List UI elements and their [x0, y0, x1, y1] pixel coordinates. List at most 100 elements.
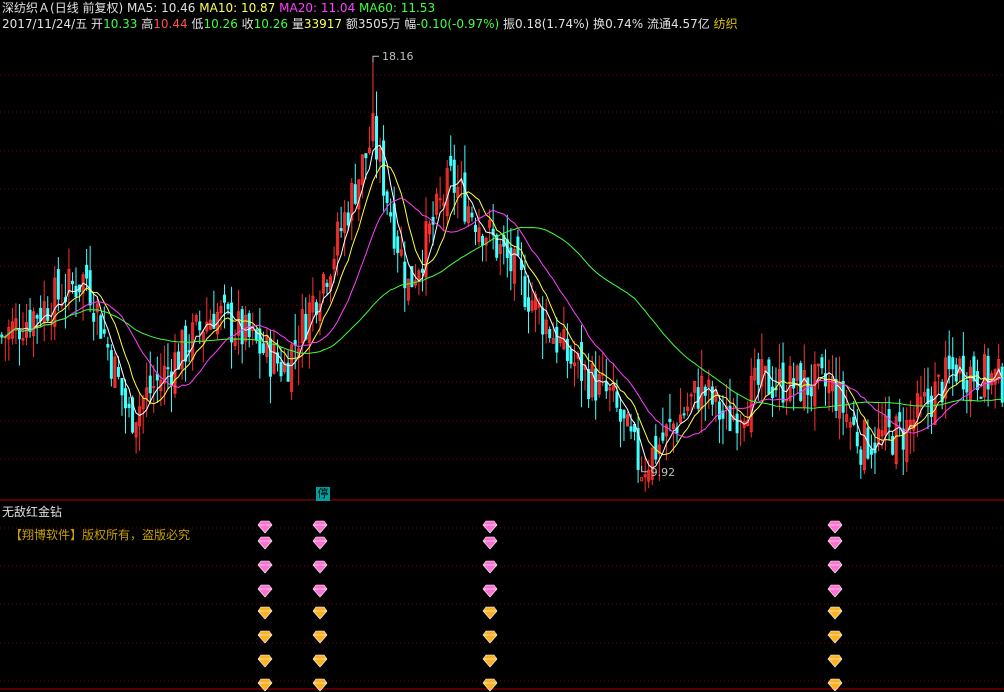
candle-body [28, 309, 32, 332]
candle-body [555, 326, 559, 353]
candle-body [770, 386, 774, 399]
candle-body [622, 409, 626, 419]
candle-body [353, 184, 357, 204]
diamond-shape [312, 536, 328, 550]
candle-body [116, 366, 120, 377]
diamond-shape [482, 584, 498, 598]
diamond-shape [827, 520, 843, 534]
ma5-line [1, 144, 1003, 469]
candle-body [781, 362, 785, 403]
candle-body [527, 297, 531, 312]
ma10-line [1, 163, 1003, 456]
diamond-icon [827, 560, 843, 574]
moving-averages [1, 144, 1003, 469]
candle-body [979, 396, 983, 399]
candle-body [855, 431, 859, 447]
diamond-shape [257, 584, 273, 598]
candle-body [148, 375, 152, 394]
diamond-icon [257, 630, 273, 644]
diamond-shape [257, 536, 273, 550]
diamond-icon [257, 536, 273, 550]
candle-body [279, 361, 283, 377]
candle-body [548, 329, 552, 339]
candle-body [127, 403, 131, 408]
diamond-icon [482, 654, 498, 668]
candle-body [124, 388, 127, 409]
candle-body [385, 191, 389, 203]
diamond-icon [482, 584, 498, 598]
candle-body [102, 329, 106, 334]
diamond-icon [257, 560, 273, 574]
candlestick-chart[interactable]: 18.16 9.92 [0, 0, 1004, 692]
diamond-icon [257, 520, 273, 534]
ma60-line [1, 226, 1003, 409]
candle-body [392, 203, 396, 249]
candle-body [859, 449, 863, 465]
candle-body [594, 368, 598, 401]
diamond-shape [312, 560, 328, 574]
candle-body [898, 412, 902, 422]
candle-body [198, 321, 202, 331]
diamond-shape [827, 630, 843, 644]
diamond-icon [482, 630, 498, 644]
candle-body [70, 280, 74, 285]
sub-panel-title[interactable]: 无敌红金钻 [2, 503, 62, 520]
candle-body [470, 212, 474, 218]
candle-body [375, 116, 378, 160]
candle-body [661, 432, 665, 441]
candle-body [169, 371, 173, 386]
diamond-icon [827, 606, 843, 620]
diamond-icon [312, 630, 328, 644]
candle-body [222, 294, 226, 303]
candle-body [735, 413, 739, 434]
candle-body [346, 212, 350, 226]
diamond-icon [482, 560, 498, 574]
candle-body [809, 386, 813, 397]
stop-trading-badge: 停 [316, 487, 330, 501]
diamond-shape [482, 630, 498, 644]
candle-body [869, 448, 873, 455]
candle-body [268, 338, 272, 377]
candle-body [615, 391, 619, 408]
candle-body [806, 377, 810, 396]
low-marker [641, 465, 648, 473]
candle-body [85, 264, 89, 279]
diamond-icon [482, 520, 498, 534]
candle-body [710, 386, 714, 405]
diamond-icon [827, 630, 843, 644]
candle-body [569, 349, 573, 364]
diamond-shape [257, 560, 273, 574]
candles [0, 56, 1004, 492]
candle-body [452, 159, 456, 193]
candle-body [325, 282, 329, 287]
diamond-icon [827, 654, 843, 668]
high-marker [372, 55, 379, 63]
candle-body [975, 371, 979, 391]
diamond-icon [312, 584, 328, 598]
candle-body [463, 172, 467, 222]
candle-body [587, 368, 591, 400]
diamond-shape [482, 536, 498, 550]
diamond-shape [482, 560, 498, 574]
diamond-icon [482, 536, 498, 550]
candle-body [951, 357, 955, 370]
candle-body [604, 381, 608, 392]
candle-body [523, 276, 527, 307]
diamond-shape [827, 584, 843, 598]
candle-body [438, 198, 442, 201]
candle-body [767, 359, 771, 395]
diamond-icon [257, 654, 273, 668]
diamond-icon [312, 520, 328, 534]
diamond-shape [257, 606, 273, 620]
diamond-icon [827, 536, 843, 550]
diamond-shape [827, 654, 843, 668]
candle-body [39, 307, 43, 322]
candle-body [120, 378, 124, 396]
candle-body [947, 355, 951, 370]
low-annotation: 9.92 [651, 466, 676, 479]
candle-body [654, 435, 658, 460]
candle-body [261, 343, 265, 353]
candle-body [618, 409, 622, 422]
candle-body [449, 155, 453, 166]
candle-body [516, 236, 520, 256]
